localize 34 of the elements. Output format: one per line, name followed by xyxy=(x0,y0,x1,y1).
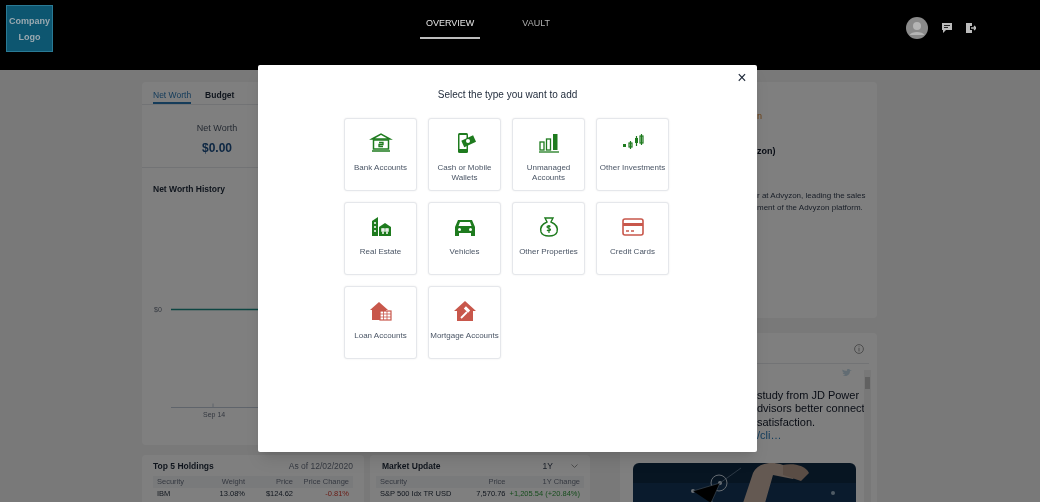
heading-fragment: n xyxy=(757,110,762,123)
account-type-tile[interactable]: Other Investments xyxy=(596,118,669,191)
tweet-text: satisfaction. xyxy=(757,415,817,429)
account-type-tile[interactable]: Mortgage Accounts xyxy=(428,286,501,359)
tweet-text: dvisors better connect xyxy=(757,402,865,416)
modal-title: Select the type you want to add xyxy=(436,88,579,102)
chat-icon[interactable] xyxy=(942,23,952,33)
account-type-tile[interactable]: Loan Accounts xyxy=(344,286,417,359)
profile-name: zon) xyxy=(757,145,776,158)
account-type-tile[interactable]: Cash or Mobile Wallets xyxy=(428,118,501,191)
nav-tab[interactable]: VAULT xyxy=(516,17,557,39)
account-type-tile[interactable]: Bank Accounts xyxy=(344,118,417,191)
tweet-text: study from JD Power xyxy=(757,389,861,403)
account-type-tile[interactable]: Credit Cards xyxy=(596,202,669,275)
account-type-tile[interactable]: Other Properties xyxy=(512,202,585,275)
account-type-tile[interactable]: Real Estate xyxy=(344,202,417,275)
as-of-date: As of 12/02/2020 xyxy=(288,460,353,473)
bio-text: ment of the Advyzon platform. xyxy=(757,202,864,214)
scrollbar[interactable] xyxy=(864,370,871,502)
account-type-tile[interactable]: Unmanaged Accounts xyxy=(512,118,585,191)
avatar-icon[interactable] xyxy=(906,17,928,39)
logout-icon[interactable] xyxy=(966,23,976,33)
bio-text: r at Advyzon, leading the sales xyxy=(757,190,866,202)
account-type-tile[interactable]: Vehicles xyxy=(428,202,501,275)
close-button[interactable]: × xyxy=(735,69,749,87)
card-title: Market Update xyxy=(382,460,441,473)
summary-label: Net Worth xyxy=(196,122,238,135)
card-title: Top 5 Holdings xyxy=(153,460,214,473)
tab[interactable]: Budget xyxy=(205,82,235,104)
summary-value: $0.00 xyxy=(202,139,232,157)
period-dropdown[interactable]: 1Y xyxy=(542,460,553,473)
nav-tab[interactable]: OVERVIEW xyxy=(420,17,481,39)
chart-title: Net Worth History xyxy=(153,183,226,196)
bird-icon xyxy=(842,369,852,377)
